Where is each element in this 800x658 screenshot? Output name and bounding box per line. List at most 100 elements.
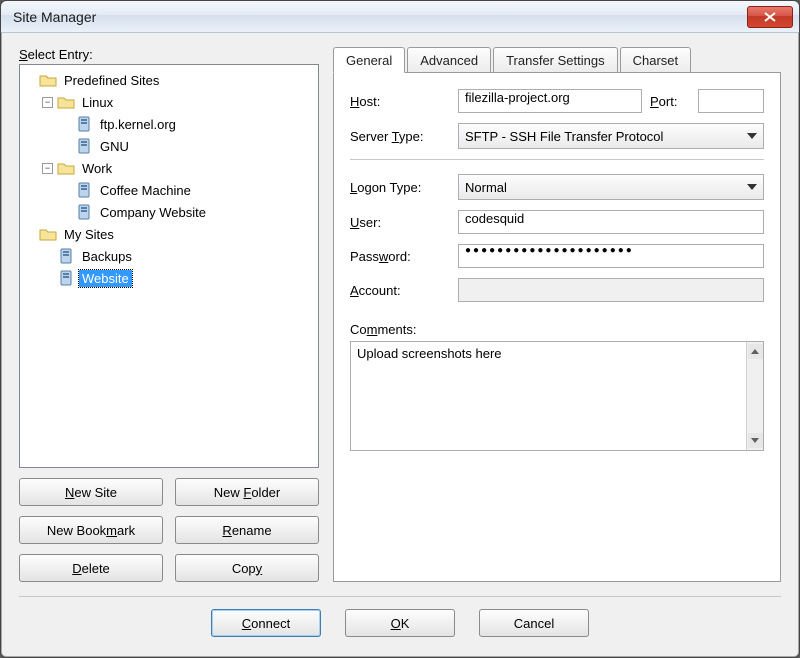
connect-button[interactable]: Connect [211,609,321,637]
footer-separator [19,596,781,597]
server-icon [57,269,75,287]
server-icon [75,137,93,155]
tree-label: Predefined Sites [61,72,162,89]
server-icon [75,181,93,199]
expander-none [42,251,53,262]
tree-node-linux: − Linux [40,91,316,157]
select-entry-label: Select Entry: [19,47,319,62]
port-label: Port: [650,94,690,109]
tab-general[interactable]: General [333,47,405,73]
new-site-button[interactable]: New Site [19,478,163,506]
cancel-button[interactable]: Cancel [479,609,589,637]
left-panel: Select Entry: Predefined Sites [19,47,319,582]
tree-node-predefined: Predefined Sites − Linux [22,69,316,223]
comments-textarea[interactable]: Upload screenshots here [351,342,746,450]
tab-transfer-settings[interactable]: Transfer Settings [493,47,618,73]
tree-row[interactable]: − Linux [40,91,316,113]
server-type-label: Server Type: [350,129,450,144]
close-icon [764,12,776,22]
row-server-type: Server Type: SFTP - SSH File Transfer Pr… [350,123,764,149]
ok-button[interactable]: OK [345,609,455,637]
tree-label: ftp.kernel.org [97,116,179,133]
server-icon [75,115,93,133]
tree-row[interactable]: Predefined Sites [22,69,316,91]
new-bookmark-button[interactable]: New Bookmark [19,516,163,544]
expander-none [42,273,53,284]
tabpage-general: Host: filezilla-project.org Port: Server… [333,72,781,582]
delete-button[interactable]: Delete [19,554,163,582]
new-folder-button[interactable]: New Folder [175,478,319,506]
close-button[interactable] [747,6,793,28]
tree-label: Work [79,160,115,177]
server-type-select[interactable]: SFTP - SSH File Transfer Protocol [458,123,764,149]
collapse-icon[interactable]: − [42,163,53,174]
rename-button[interactable]: Rename [175,516,319,544]
folder-icon [57,159,75,177]
tree-label-selected: Website [79,270,132,287]
copy-button[interactable]: Copy [175,554,319,582]
logon-type-value: Normal [465,180,507,195]
expander-none [24,229,35,240]
expander-none [24,75,35,86]
tree-children: Backups Website [40,245,316,289]
expander-none [60,207,71,218]
upper-area: Select Entry: Predefined Sites [19,47,781,582]
scrollbar[interactable] [746,342,763,450]
expander-none [60,185,71,196]
password-label: Password: [350,249,450,264]
comments-label: Comments: [350,322,764,337]
client-area: Select Entry: Predefined Sites [1,33,799,657]
row-password: Password: ●●●●●●●●●●●●●●●●●●●●● [350,244,764,268]
tree-row[interactable]: ftp.kernel.org [58,113,316,135]
tree-label: My Sites [61,226,117,243]
tree-row[interactable]: − Work [40,157,316,179]
scroll-down-icon[interactable] [748,433,763,448]
tree-row[interactable]: My Sites [22,223,316,245]
comments-textarea-wrap: Upload screenshots here [350,341,764,451]
tree-node-work: − Work [40,157,316,223]
folder-icon [39,225,57,243]
tree-row[interactable]: GNU [58,135,316,157]
footer: Connect OK Cancel [19,609,781,641]
host-input[interactable]: filezilla-project.org [458,89,642,113]
chevron-down-icon [747,133,757,139]
tree-children: ftp.kernel.org GNU [58,113,316,157]
titlebar: Site Manager [1,1,799,33]
tree-children: − Linux [40,91,316,223]
tree-row[interactable]: Company Website [58,201,316,223]
folder-icon [39,71,57,89]
logon-type-select[interactable]: Normal [458,174,764,200]
tab-charset[interactable]: Charset [620,47,692,73]
user-label: User: [350,215,450,230]
password-input[interactable]: ●●●●●●●●●●●●●●●●●●●●● [458,244,764,268]
tree-row[interactable]: Website [40,267,316,289]
tree-node-mysites: My Sites Backups [22,223,316,289]
account-input [458,278,764,302]
user-input[interactable]: codesquid [458,210,764,234]
tree-children: Coffee Machine Company Website [58,179,316,223]
tree-label: Coffee Machine [97,182,194,199]
tree-row[interactable]: Coffee Machine [58,179,316,201]
expander-none [60,119,71,130]
site-tree[interactable]: Predefined Sites − Linux [19,64,319,468]
port-input[interactable] [698,89,764,113]
account-label: Account: [350,283,450,298]
logon-type-label: Logon Type: [350,180,450,195]
separator [350,159,764,160]
site-manager-window: Site Manager Select Entry: [0,0,800,658]
tab-advanced[interactable]: Advanced [407,47,491,73]
tree-label: Backups [79,248,135,265]
collapse-icon[interactable]: − [42,97,53,108]
tree-row[interactable]: Backups [40,245,316,267]
row-host: Host: filezilla-project.org Port: [350,89,764,113]
right-panel: General Advanced Transfer Settings Chars… [333,47,781,582]
host-label: Host: [350,94,450,109]
tabstrip: General Advanced Transfer Settings Chars… [333,47,781,73]
row-user: User: codesquid [350,210,764,234]
tree-label: Linux [79,94,116,111]
server-type-value: SFTP - SSH File Transfer Protocol [465,129,663,144]
window-title: Site Manager [13,9,747,25]
scroll-up-icon[interactable] [748,344,763,359]
row-logon-type: Logon Type: Normal [350,174,764,200]
tree-label: GNU [97,138,132,155]
